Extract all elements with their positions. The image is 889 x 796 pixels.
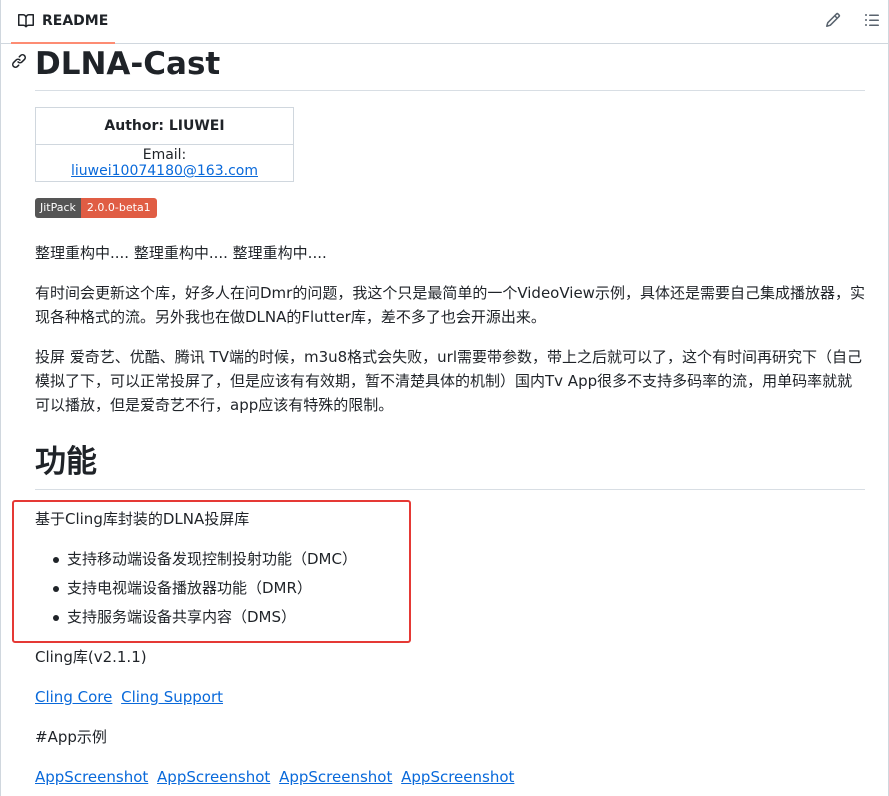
feature-intro: 基于Cling库封装的DLNA投屏库	[35, 510, 250, 528]
section-title-features: 功能	[35, 440, 865, 490]
readme-header: README	[1, 0, 889, 44]
paragraph-update-note: 有时间会更新这个库，好多人在问Dmr的问题，我这个只是最简单的一个VideoVi…	[35, 284, 865, 326]
cling-version: Cling库(v2.1.1)	[35, 648, 147, 666]
link-cling-support[interactable]: Cling Support	[121, 688, 223, 706]
outline-button[interactable]	[860, 10, 884, 34]
link-app-screenshot[interactable]: AppScreenshot	[35, 768, 148, 786]
book-icon	[18, 13, 34, 29]
cling-links: Cling Core Cling Support	[35, 685, 865, 709]
link-app-screenshot[interactable]: AppScreenshot	[157, 768, 270, 786]
link-app-screenshot[interactable]: AppScreenshot	[401, 768, 514, 786]
app-example-heading: #App示例	[35, 728, 107, 746]
email-cell: Email: liuwei10074180@163.com	[35, 144, 294, 182]
author-table: Author: LIUWEI Email: liuwei10074180@163…	[35, 107, 294, 182]
badge-left: JitPack	[35, 198, 81, 218]
paragraph-refactoring: 整理重构中.... 整理重构中.... 整理重构中....	[35, 244, 327, 262]
list-item: 支持移动端设备发现控制投射功能（DMC）	[35, 545, 357, 574]
jitpack-badge[interactable]: JitPack 2.0.0-beta1	[35, 198, 157, 218]
edit-file-button[interactable]	[821, 10, 845, 34]
pencil-icon	[825, 12, 841, 32]
screenshot-links: AppScreenshot AppScreenshot AppScreensho…	[35, 765, 865, 789]
list-item: 支持服务端设备共享内容（DMS）	[35, 603, 357, 632]
link-icon[interactable]	[11, 53, 27, 69]
readme-title: DLNA-Cast	[35, 44, 865, 91]
list-item: 支持电视端设备播放器功能（DMR）	[35, 574, 357, 603]
author-cell: Author: LIUWEI	[35, 107, 294, 145]
email-link[interactable]: liuwei10074180@163.com	[71, 163, 258, 179]
readme-tab[interactable]: README	[11, 0, 116, 44]
readme-panel: README DLNA-Cast Author: LIUWEI Email: l…	[0, 0, 889, 796]
link-cling-core[interactable]: Cling Core	[35, 688, 112, 706]
email-label: Email:	[142, 147, 187, 163]
feature-list: 支持移动端设备发现控制投射功能（DMC） 支持电视端设备播放器功能（DMR） 支…	[35, 545, 357, 632]
readme-tab-label: README	[42, 13, 109, 29]
list-icon	[864, 12, 880, 32]
paragraph-cast-note: 投屏 爱奇艺、优酷、腾讯 TV端的时候，m3u8格式会失败，url需要带参数，带…	[35, 348, 863, 414]
badge-right: 2.0.0-beta1	[80, 198, 157, 218]
link-app-screenshot[interactable]: AppScreenshot	[279, 768, 392, 786]
